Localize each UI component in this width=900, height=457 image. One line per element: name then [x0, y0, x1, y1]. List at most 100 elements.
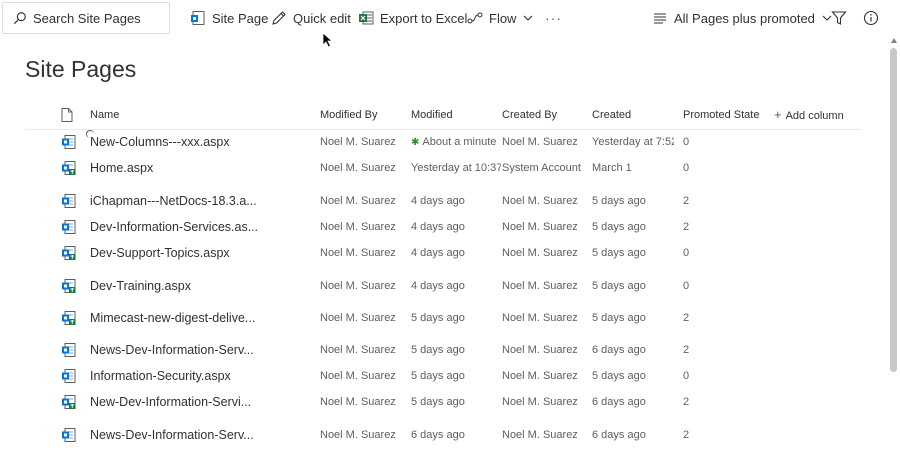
- list-view-icon: [654, 13, 666, 24]
- filter-button[interactable]: [831, 0, 853, 36]
- file-name-link[interactable]: Dev-Information-Services.as...: [90, 214, 305, 240]
- created-cell: 5 days ago: [592, 312, 646, 324]
- modified-by-cell[interactable]: Noel M. Suarez: [320, 129, 408, 155]
- file-name-link[interactable]: Dev-Support-Topics.aspx: [90, 240, 305, 266]
- promoted-state-cell: 2: [683, 312, 690, 324]
- flow-menu-button[interactable]: Flow: [467, 0, 533, 36]
- table-row[interactable]: New-Dev-Information-Servi... Noel M. Suar…: [25, 389, 862, 415]
- promoted-state-cell: 2: [683, 396, 690, 408]
- created-by-cell[interactable]: Noel M. Suarez: [502, 422, 590, 448]
- promoted-state-cell: 2: [683, 195, 690, 207]
- modified-by-cell[interactable]: Noel M. Suarez: [320, 273, 408, 299]
- file-name-link[interactable]: Dev-Training.aspx: [90, 273, 305, 299]
- created-cell: 6 days ago: [592, 344, 646, 356]
- created-cell: 5 days ago: [592, 195, 646, 207]
- promoted-state-cell: 0: [683, 247, 690, 259]
- scroll-up-arrow-icon[interactable]: [891, 38, 897, 43]
- promoted-state-cell: 0: [683, 136, 690, 148]
- mouse-cursor-icon: [322, 32, 334, 48]
- more-icon: ···: [545, 10, 562, 26]
- created-by-cell[interactable]: Noel M. Suarez: [502, 214, 590, 240]
- export-excel-button[interactable]: Export to Excel: [358, 0, 467, 36]
- created-by-cell[interactable]: Noel M. Suarez: [502, 129, 590, 155]
- table-row[interactable]: News-Dev-Information-Serv... Noel M. Suar…: [25, 337, 862, 363]
- created-by-cell[interactable]: Noel M. Suarez: [502, 273, 590, 299]
- created-by-cell[interactable]: Noel M. Suarez: [502, 389, 590, 415]
- created-by-cell[interactable]: Noel M. Suarez: [502, 240, 590, 266]
- table-row[interactable]: Dev-Support-Topics.aspx Noel M. Suarez 4 d…: [25, 240, 862, 266]
- flow-label: Flow: [489, 10, 517, 26]
- file-name-link[interactable]: Information-Security.aspx: [90, 363, 305, 389]
- created-by-cell[interactable]: System Account: [502, 155, 590, 181]
- search-icon: [13, 12, 26, 25]
- vertical-scrollbar[interactable]: [888, 36, 900, 457]
- modified-by-cell[interactable]: Noel M. Suarez: [320, 155, 408, 181]
- modified-by-column-header[interactable]: Modified By: [320, 100, 377, 130]
- file-name-link[interactable]: News-Dev-Information-Serv...: [90, 337, 305, 363]
- modified-by-cell[interactable]: Noel M. Suarez: [320, 389, 408, 415]
- scrollbar-thumb[interactable]: [890, 48, 897, 372]
- modified-by-cell[interactable]: Noel M. Suarez: [320, 422, 408, 448]
- modified-cell: ✱ About a minute: [411, 129, 501, 155]
- quick-edit-button[interactable]: Quick edit: [271, 0, 351, 36]
- modified-cell: 4 days ago: [411, 240, 501, 266]
- promoted-state-column-header[interactable]: Promoted State: [683, 100, 759, 130]
- modified-cell: 4 days ago: [411, 273, 501, 299]
- view-switcher[interactable]: All Pages plus promoted: [652, 0, 832, 36]
- modified-by-cell[interactable]: Noel M. Suarez: [320, 240, 408, 266]
- more-options-button[interactable]: ···: [545, 0, 562, 36]
- modified-value: 5 days ago: [411, 312, 465, 324]
- created-cell: 6 days ago: [592, 396, 646, 408]
- modified-by-cell[interactable]: Noel M. Suarez: [320, 305, 408, 331]
- table-row[interactable]: Home.aspx Noel M. Suarez Yesterday at 10:3…: [25, 155, 862, 181]
- file-type-column-header[interactable]: [61, 100, 73, 130]
- created-by-column-header[interactable]: Created By: [502, 100, 557, 130]
- new-item-star-icon: ✱: [411, 137, 420, 148]
- modified-by-cell[interactable]: Noel M. Suarez: [320, 188, 408, 214]
- table-row[interactable]: Dev-Training.aspx Noel M. Suarez 4 days ag…: [25, 273, 862, 299]
- file-name-link[interactable]: Mimecast-new-digest-delive...: [90, 305, 305, 331]
- created-column-header[interactable]: Created: [592, 100, 631, 130]
- modified-by-cell[interactable]: Noel M. Suarez: [320, 363, 408, 389]
- created-by-cell[interactable]: Noel M. Suarez: [502, 305, 590, 331]
- site-page-icon: [61, 193, 77, 209]
- promoted-state-cell: 2: [683, 344, 690, 356]
- table-row[interactable]: Dev-Information-Services.as... Noel M. Su…: [25, 214, 862, 240]
- modified-column-header[interactable]: Modified: [411, 100, 453, 130]
- file-name-link[interactable]: New-Columns---xxx.aspx: [90, 129, 305, 155]
- modified-by-cell[interactable]: Noel M. Suarez: [320, 337, 408, 363]
- modified-cell: 4 days ago: [411, 214, 501, 240]
- table-row[interactable]: Information-Security.aspx Noel M. Suarez 5…: [25, 363, 862, 389]
- chevron-down-icon: [524, 15, 533, 21]
- info-button[interactable]: [863, 0, 885, 36]
- promoted-state-cell: 0: [683, 280, 690, 292]
- table-row[interactable]: iChapman---NetDocs-18.3.a... Noel M. Suar…: [25, 188, 862, 214]
- pencil-icon: [272, 11, 286, 25]
- site-page-icon: [61, 342, 77, 358]
- search-box[interactable]: [2, 2, 170, 34]
- file-name-link[interactable]: Home.aspx: [90, 155, 305, 181]
- search-input[interactable]: [33, 10, 163, 26]
- page-title: Site Pages: [25, 56, 137, 82]
- created-by-cell[interactable]: Noel M. Suarez: [502, 337, 590, 363]
- file-name-link[interactable]: iChapman---NetDocs-18.3.a...: [90, 188, 305, 214]
- home-page-icon: [61, 245, 77, 261]
- created-by-cell[interactable]: Noel M. Suarez: [502, 363, 590, 389]
- table-row[interactable]: News-Dev-Information-Serv... Noel M. Suar…: [25, 422, 862, 448]
- home-page-icon: [61, 160, 77, 176]
- new-site-page-button[interactable]: Site Page: [190, 0, 268, 36]
- created-cell: March 1: [592, 162, 632, 174]
- modified-by-cell[interactable]: Noel M. Suarez: [320, 214, 408, 240]
- add-column-button[interactable]: + Add column: [774, 100, 844, 130]
- created-by-cell[interactable]: Noel M. Suarez: [502, 188, 590, 214]
- site-page-icon: [61, 134, 77, 150]
- file-name-link[interactable]: News-Dev-Information-Serv...: [90, 422, 305, 448]
- promoted-state-cell: 0: [683, 370, 690, 382]
- table-row[interactable]: New-Columns---xxx.aspx Noel M. Suarez ✱ Abo…: [25, 129, 862, 155]
- created-cell: Yesterday at 7:52 P: [592, 136, 674, 148]
- name-column-header[interactable]: Name: [90, 100, 119, 130]
- loading-spinner-icon: [86, 130, 94, 138]
- export-excel-label: Export to Excel: [380, 10, 468, 26]
- table-row[interactable]: Mimecast-new-digest-delive... Noel M. Sua…: [25, 305, 862, 331]
- file-name-link[interactable]: New-Dev-Information-Servi...: [90, 389, 305, 415]
